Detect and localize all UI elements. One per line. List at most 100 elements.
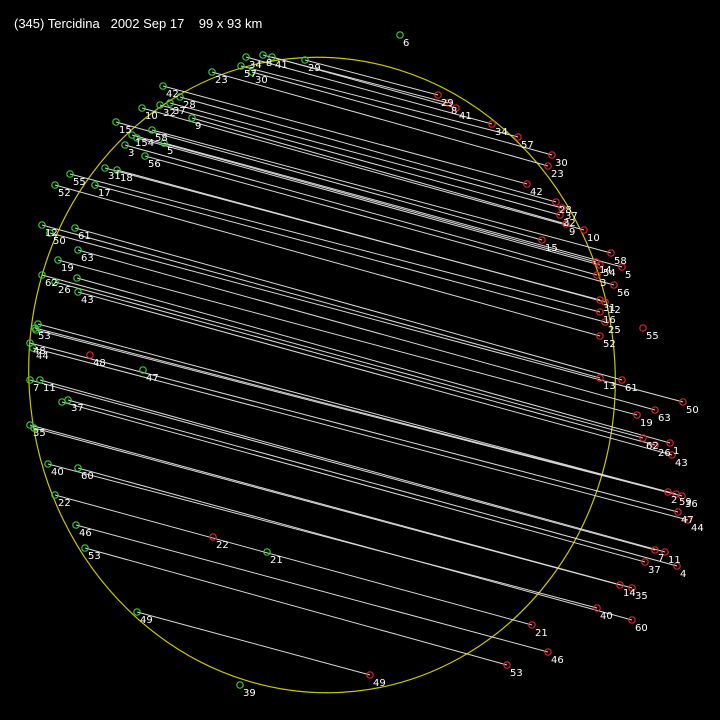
chord-10	[141, 107, 585, 231]
chord-34-end-label: 34	[495, 127, 508, 138]
chord-30-end-label: 30	[555, 158, 568, 169]
chord-63-start-label: 63	[81, 253, 94, 264]
chord-52-end-label: 52	[603, 339, 616, 350]
chord-41-start-label: 41	[275, 60, 288, 71]
chord-40-end-label: 40	[600, 611, 613, 622]
chord-53b-start-label: 53	[88, 551, 101, 562]
chord-40-start-label: 40	[51, 467, 64, 478]
chord-9-start-label: 9	[195, 121, 201, 132]
chord-1-end-label: 1	[673, 446, 679, 457]
chord-60	[77, 467, 633, 621]
chord-23-end-label: 23	[551, 169, 564, 180]
marker-22r-label: 22	[216, 540, 229, 551]
chord-36-end-label: 36	[685, 499, 698, 510]
chord-28	[179, 96, 557, 203]
chord-23-start-label: 23	[215, 75, 228, 86]
chord-23	[211, 71, 549, 167]
chord-35-start-label: 35	[33, 428, 46, 439]
chord-61-start-label: 61	[78, 231, 91, 242]
chord-61	[74, 227, 623, 381]
chord-15	[115, 121, 543, 241]
chord-5-end-label: 5	[625, 270, 631, 281]
chord-43-end-label: 43	[675, 458, 688, 469]
chord-10-start-label: 10	[145, 111, 158, 122]
chord-56-start-label: 56	[148, 159, 161, 170]
chord-26-end-label: 26	[658, 448, 671, 459]
marker-55r-label: 55	[646, 331, 659, 342]
chord-154-start-label: 154	[135, 138, 154, 149]
marker-48r-label: 48	[93, 358, 106, 369]
chord-10-end-label: 10	[587, 233, 600, 244]
chord-18-start-label: 18	[120, 173, 133, 184]
chord-63-end-label: 63	[658, 413, 671, 424]
chord-3-start-label: 3	[128, 148, 134, 159]
chord-36	[35, 329, 683, 497]
chord-57-end-label: 57	[521, 140, 534, 151]
chord-42	[162, 85, 528, 185]
chord-29-start-label: 29	[308, 63, 321, 74]
chord-49-start-label: 49	[140, 615, 153, 626]
chord-14	[33, 427, 621, 586]
chord-52	[54, 184, 601, 337]
chord-4-start-label: 37	[71, 403, 84, 414]
chord-11-start-label: 11	[43, 383, 56, 394]
chord-43-start-label: 43	[81, 295, 94, 306]
chord-53-end-label: 2	[671, 495, 677, 506]
chord-41-end-label: 41	[459, 111, 472, 122]
marker-47-label: 47	[146, 373, 159, 384]
marker-21-label: 21	[270, 555, 283, 566]
chord-40	[47, 463, 598, 609]
chord-49	[136, 611, 371, 676]
chord-50-end-label: 50	[686, 405, 699, 416]
chord-4-end-label: 4	[680, 569, 686, 580]
chord-37	[169, 102, 563, 209]
asteroid-limb-ellipse	[28, 56, 616, 694]
chord-5-start-label: 5	[167, 146, 173, 157]
chord-30-start-label: 30	[255, 75, 268, 86]
chord-17	[94, 184, 606, 323]
chord-19-start-label: 19	[61, 263, 74, 274]
chord-37b	[61, 401, 646, 563]
chord-56	[144, 155, 615, 286]
chord-46-start-label: 46	[79, 528, 92, 539]
chord-46-end-label: 46	[551, 655, 564, 666]
chord-11-end-label: 11	[668, 555, 681, 566]
chord-26-start-label: 26	[58, 285, 71, 296]
chord-17-start-label: 17	[98, 188, 111, 199]
chord-15-end-label: 15	[545, 243, 558, 254]
chord-22-start-label: 22	[58, 498, 71, 509]
chord-8-start-label: 8	[266, 58, 272, 69]
chord-19	[57, 259, 638, 416]
chord-49-end-label: 49	[373, 678, 386, 689]
chord-60-start-label: 60	[81, 471, 94, 482]
chord-53-start-label: 53	[38, 331, 51, 342]
chord-57	[240, 65, 519, 138]
chord-60-end-label: 60	[635, 623, 648, 634]
chord-46	[75, 524, 549, 653]
chord-7-start-label: 7	[33, 383, 39, 394]
chord-3	[124, 144, 598, 276]
chord-52-start-label: 52	[58, 188, 71, 199]
chord-42-start-label: 42	[166, 89, 179, 100]
chord-15-start-label: 15	[119, 125, 132, 136]
chord-14-end-label: 14	[623, 588, 636, 599]
chord-55-start-label: 55	[73, 177, 86, 188]
chord-17-end-label: 25	[608, 325, 621, 336]
chord-3-end-label: 3	[600, 278, 606, 289]
chord-42-end-label: 42	[530, 187, 543, 198]
chord-53b-end-label: 53	[510, 668, 523, 679]
chord-8-end-label: 8	[451, 106, 457, 117]
chord-62-start-label: 62	[45, 278, 58, 289]
chord-50-start-label: 50	[53, 236, 66, 247]
chord-1	[76, 277, 671, 444]
chord-29	[304, 59, 439, 96]
chord-4	[67, 399, 678, 567]
chord-19-end-label: 19	[640, 418, 653, 429]
chord-22-end-label: 21	[535, 628, 548, 639]
chord-7-end-label: 7	[658, 553, 664, 564]
chord-37b-end-label: 37	[648, 565, 661, 576]
chord-58-end-label: 58	[614, 256, 627, 267]
chord-31-start-label: 31	[108, 171, 121, 182]
chord-53b	[84, 547, 508, 666]
chord-32-start-label: 32	[163, 108, 176, 119]
